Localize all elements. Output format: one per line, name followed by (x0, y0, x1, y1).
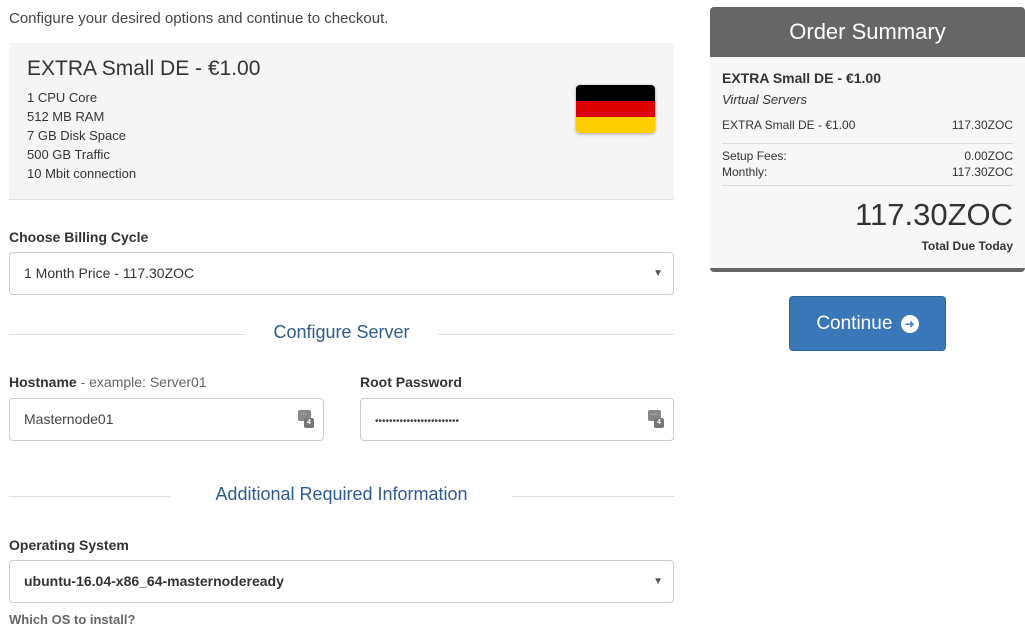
caret-down-icon: ▼ (653, 268, 663, 279)
operating-system-value: ubuntu-16.04-x86_64-masternodeready (24, 573, 284, 589)
hostname-value: Masternode01 (24, 411, 114, 427)
intro-text: Configure your desired options and conti… (9, 10, 389, 27)
configure-server-heading: Configure Server (273, 322, 410, 342)
product-features: 1 CPU Core 512 MB RAM 7 GB Disk Space 50… (27, 88, 136, 183)
summary-product-group: Virtual Servers (722, 92, 808, 107)
root-password-input[interactable]: •••••••••••••••••••••••• ··· 4 (360, 398, 674, 441)
additional-info-divider: Additional Required Information (9, 484, 674, 508)
summary-setup-row: Setup Fees: 0.00ZOC (722, 149, 1013, 163)
order-summary-panel: Order Summary EXTRA Small DE - €1.00 Vir… (710, 7, 1025, 272)
billing-cycle-label: Choose Billing Cycle (9, 229, 149, 245)
hostname-label-text: Hostname (9, 374, 77, 390)
feature-item: 1 CPU Core (27, 90, 98, 105)
operating-system-label: Operating System (9, 537, 129, 553)
additional-info-heading: Additional Required Information (215, 484, 468, 504)
summary-monthly-label: Monthly: (722, 165, 768, 179)
root-password-label: Root Password (360, 374, 462, 390)
operating-system-select[interactable]: ubuntu-16.04-x86_64-masternodeready ▼ (9, 560, 674, 603)
hostname-input[interactable]: Masternode01 ··· 4 (9, 398, 324, 441)
feature-item: 10 Mbit connection (27, 166, 137, 181)
feature-item: 500 GB Traffic (27, 147, 110, 162)
password-manager-icon[interactable]: ··· 4 (298, 410, 314, 428)
hostname-label: Hostname - example: Server01 (9, 374, 207, 390)
continue-label: Continue (816, 313, 893, 334)
summary-separator (722, 185, 1013, 186)
arrow-right-circle-icon: ➜ (900, 315, 919, 333)
summary-line-item: EXTRA Small DE - €1.00 117.30ZOC (722, 118, 1013, 132)
summary-total-label: Total Due Today (921, 239, 1013, 253)
operating-system-help: Which OS to install? (9, 612, 136, 627)
feature-item: 7 GB Disk Space (27, 128, 126, 143)
product-info-panel: EXTRA Small DE - €1.00 1 CPU Core 512 MB… (9, 43, 674, 200)
password-manager-icon[interactable]: ··· 4 (648, 410, 664, 428)
summary-line-label: EXTRA Small DE - €1.00 (722, 118, 856, 132)
summary-line-price: 117.30ZOC (951, 118, 1013, 132)
summary-setup-value: 0.00ZOC (964, 149, 1013, 163)
feature-item: 512 MB RAM (27, 109, 105, 124)
order-summary-title: Order Summary (710, 7, 1025, 57)
hostname-hint: - example: Server01 (76, 374, 207, 390)
summary-monthly-value: 117.30ZOC (951, 165, 1013, 179)
summary-setup-label: Setup Fees: (722, 149, 787, 163)
summary-monthly-row: Monthly: 117.30ZOC (722, 165, 1013, 179)
germany-flag-icon (576, 85, 655, 133)
configure-server-divider: Configure Server (9, 322, 674, 346)
summary-product-name: EXTRA Small DE - €1.00 (722, 70, 881, 86)
root-password-value: •••••••••••••••••••••••• (375, 416, 460, 427)
caret-down-icon: ▼ (653, 576, 663, 587)
billing-cycle-value: 1 Month Price - 117.30ZOC (24, 265, 195, 281)
product-name: EXTRA Small DE - €1.00 (27, 57, 261, 80)
continue-button[interactable]: Continue ➜ (789, 296, 946, 351)
summary-total: 117.30ZOC (855, 197, 1013, 232)
summary-separator (722, 143, 1013, 144)
billing-cycle-select[interactable]: 1 Month Price - 117.30ZOC ▼ (9, 252, 674, 295)
